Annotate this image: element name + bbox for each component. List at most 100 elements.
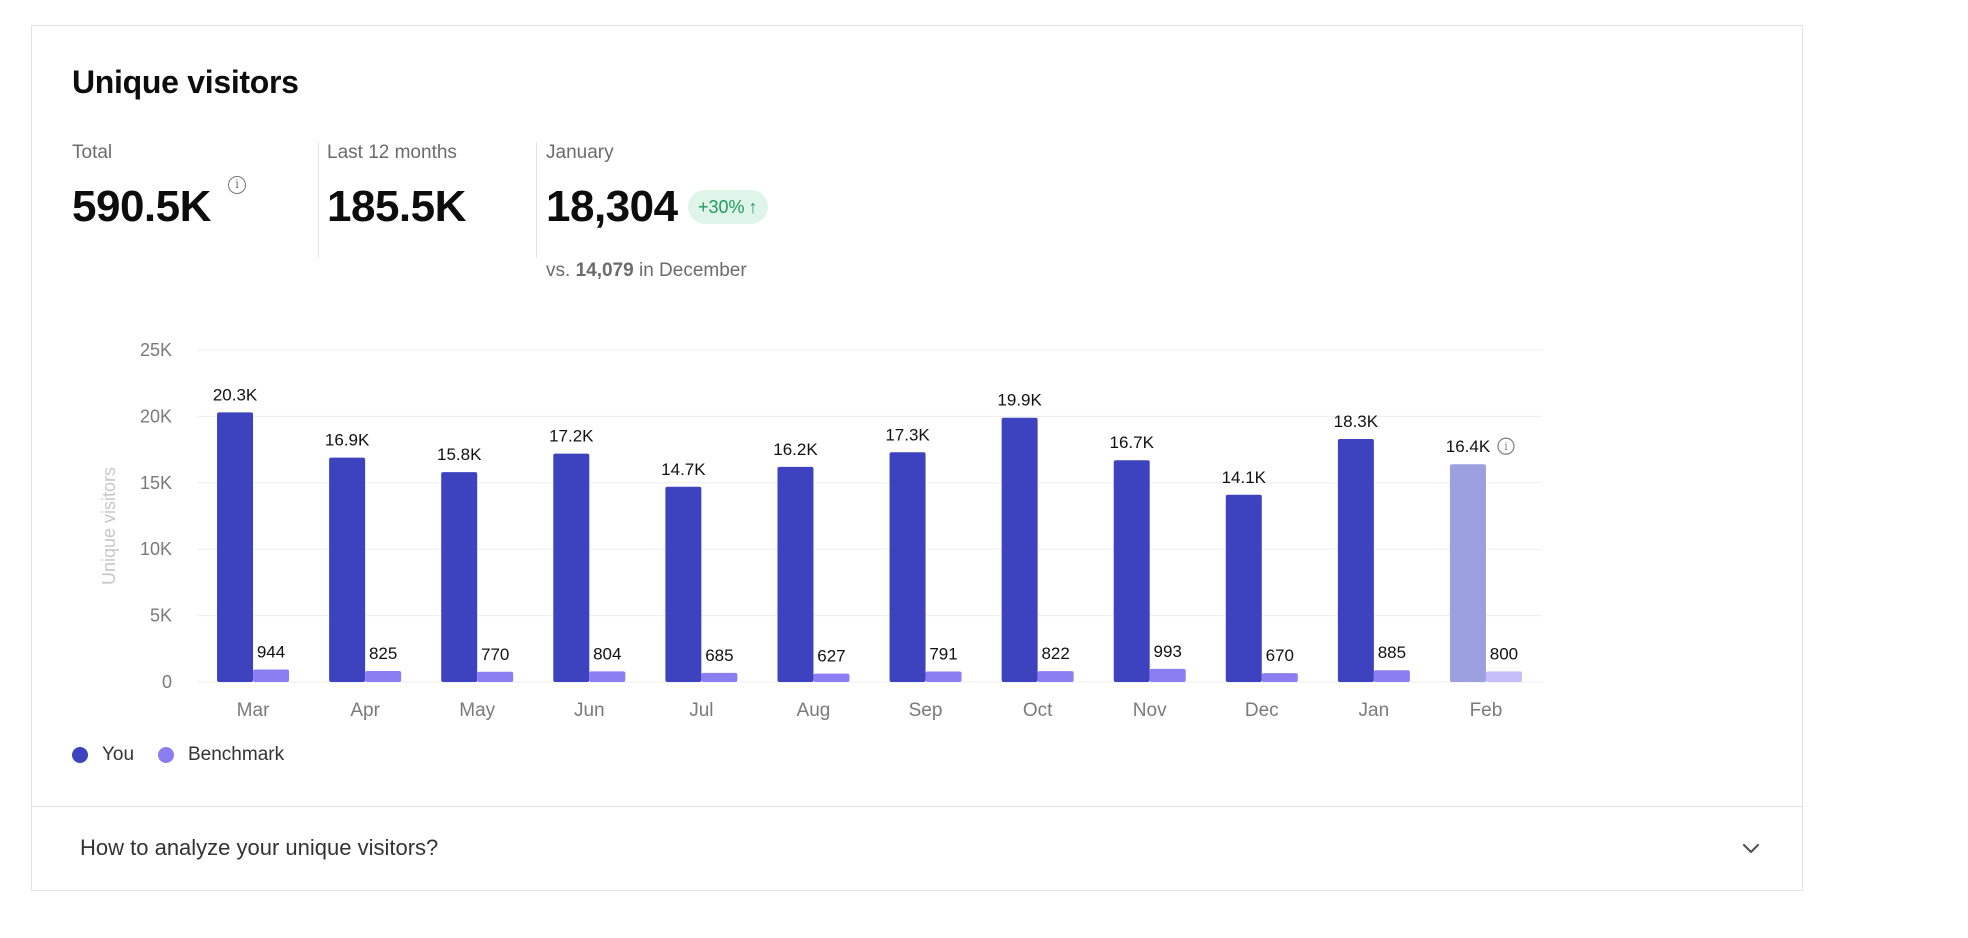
- data-label-benchmark: 944: [257, 642, 285, 661]
- stat-total-value: 590.5K: [72, 182, 211, 231]
- x-tick-label: Oct: [1023, 700, 1053, 721]
- faq-accordion[interactable]: How to analyze your unique visitors?: [32, 806, 1802, 890]
- bar-you: [1449, 464, 1486, 682]
- stat-month-value: 18,304: [546, 182, 678, 231]
- x-tick-label: Apr: [350, 700, 380, 721]
- data-label-benchmark: 791: [929, 644, 957, 663]
- bar-you: [777, 466, 814, 682]
- data-label-benchmark: 885: [1378, 643, 1406, 662]
- data-label-benchmark: 822: [1041, 644, 1069, 663]
- bar-benchmark: [477, 671, 514, 682]
- bar-benchmark: [813, 673, 850, 682]
- bar-benchmark: [1037, 671, 1074, 682]
- data-label-benchmark: 627: [817, 647, 845, 666]
- y-tick-label: 5K: [150, 606, 172, 626]
- x-tick-label: Dec: [1245, 700, 1279, 721]
- data-label-benchmark: 800: [1490, 644, 1518, 663]
- stat-month: January 18,304 +30% ↑ vs. 14,079 in Decem…: [546, 142, 846, 281]
- x-tick-label: Jul: [689, 700, 713, 721]
- chevron-down-icon[interactable]: [1740, 837, 1762, 859]
- data-label-you: 16.4K: [1446, 437, 1491, 456]
- legend-dot-benchmark: [158, 747, 174, 763]
- unique-visitors-bar-chart: 0 5K 10K 15K 20K 25K Unique visitors 20.3K 944 Ma…: [99, 340, 1542, 721]
- comparison-text: vs. 14,079 in December: [546, 260, 747, 282]
- unique-visitors-card: Unique visitors Total 590.5K i Last 12 m…: [31, 25, 1803, 891]
- x-tick-label: Feb: [1470, 700, 1503, 721]
- svg-text:i: i: [1504, 440, 1508, 453]
- legend-item-you[interactable]: You: [72, 744, 134, 766]
- data-label-you: 17.3K: [885, 425, 930, 444]
- stat-month-label: January: [546, 142, 614, 163]
- info-icon: i: [1497, 437, 1515, 455]
- data-label-benchmark: 670: [1266, 646, 1294, 665]
- card-title: Unique visitors: [72, 64, 299, 100]
- legend-label-you: You: [102, 744, 135, 765]
- bar-you: [1225, 494, 1262, 682]
- legend-item-benchmark[interactable]: Benchmark: [158, 744, 284, 766]
- bar-you: [329, 457, 366, 682]
- stat-divider: [318, 142, 319, 258]
- bar-benchmark: [925, 671, 962, 682]
- stat-last12-value: 185.5K: [327, 182, 466, 231]
- data-label-you: 18.3K: [1334, 412, 1379, 431]
- bar-benchmark: [701, 672, 738, 682]
- x-tick-label: Aug: [797, 700, 831, 721]
- bar-benchmark: [1261, 673, 1298, 682]
- y-tick-label: 25K: [140, 340, 172, 360]
- comparison-prefix: vs.: [546, 260, 571, 281]
- data-label-you: 17.2K: [549, 427, 594, 446]
- data-label-you: 15.8K: [437, 445, 482, 464]
- data-label-you: 16.9K: [325, 431, 370, 450]
- info-icon[interactable]: i: [228, 176, 246, 194]
- x-tick-label: Sep: [909, 700, 943, 721]
- y-axis-label: Unique visitors: [99, 467, 119, 585]
- stat-last12-label: Last 12 months: [327, 142, 457, 163]
- bar-benchmark: [589, 671, 626, 682]
- bar-you: [553, 453, 590, 682]
- bar-benchmark: [365, 671, 402, 682]
- bar-you: [889, 452, 926, 682]
- bar-you: [1001, 417, 1038, 682]
- data-label-benchmark: 993: [1154, 642, 1182, 661]
- stat-divider: [536, 142, 537, 258]
- bar-you: [1337, 438, 1374, 682]
- y-tick-label: 0: [162, 672, 172, 692]
- y-tick-label: 10K: [140, 539, 172, 559]
- x-tick-label: Mar: [237, 700, 270, 721]
- bar-you: [217, 412, 254, 682]
- stat-total: Total 590.5K i: [72, 142, 272, 258]
- bar-benchmark: [1149, 668, 1186, 682]
- stat-total-label: Total: [72, 142, 113, 163]
- bar-benchmark: [253, 669, 290, 682]
- comparison-suffix: in December: [638, 260, 747, 281]
- bar-you: [665, 486, 702, 682]
- data-label-you: 16.7K: [1109, 433, 1154, 452]
- legend-label-benchmark: Benchmark: [188, 744, 285, 765]
- y-tick-label: 20K: [140, 406, 172, 426]
- data-label-benchmark: 825: [369, 644, 397, 663]
- change-badge-value: +30%: [698, 197, 745, 217]
- x-tick-label: Jan: [1359, 700, 1390, 721]
- change-badge: +30% ↑: [688, 190, 768, 224]
- data-label-benchmark: 804: [593, 644, 621, 663]
- data-label-you: 20.3K: [213, 385, 258, 404]
- arrow-up-icon: ↑: [748, 197, 758, 217]
- x-tick-label: Jun: [574, 700, 605, 721]
- bar-you: [441, 472, 478, 682]
- faq-question: How to analyze your unique visitors?: [80, 835, 439, 860]
- y-tick-label: 15K: [140, 473, 172, 493]
- data-label-you: 14.1K: [1222, 468, 1267, 487]
- data-label-you: 16.2K: [773, 440, 818, 459]
- x-tick-label: Nov: [1133, 700, 1167, 721]
- data-label-benchmark: 685: [705, 646, 733, 665]
- bar-benchmark: [1485, 671, 1522, 682]
- x-tick-label: May: [459, 700, 495, 721]
- stat-last12: Last 12 months 185.5K: [327, 142, 527, 258]
- data-label-you: 14.7K: [661, 460, 706, 479]
- bar-benchmark: [1373, 670, 1410, 682]
- data-label-benchmark: 770: [481, 645, 509, 664]
- data-label-you: 19.9K: [997, 391, 1042, 410]
- comparison-value: 14,079: [575, 260, 634, 281]
- bar-you: [1113, 460, 1150, 682]
- legend-dot-you: [72, 747, 88, 763]
